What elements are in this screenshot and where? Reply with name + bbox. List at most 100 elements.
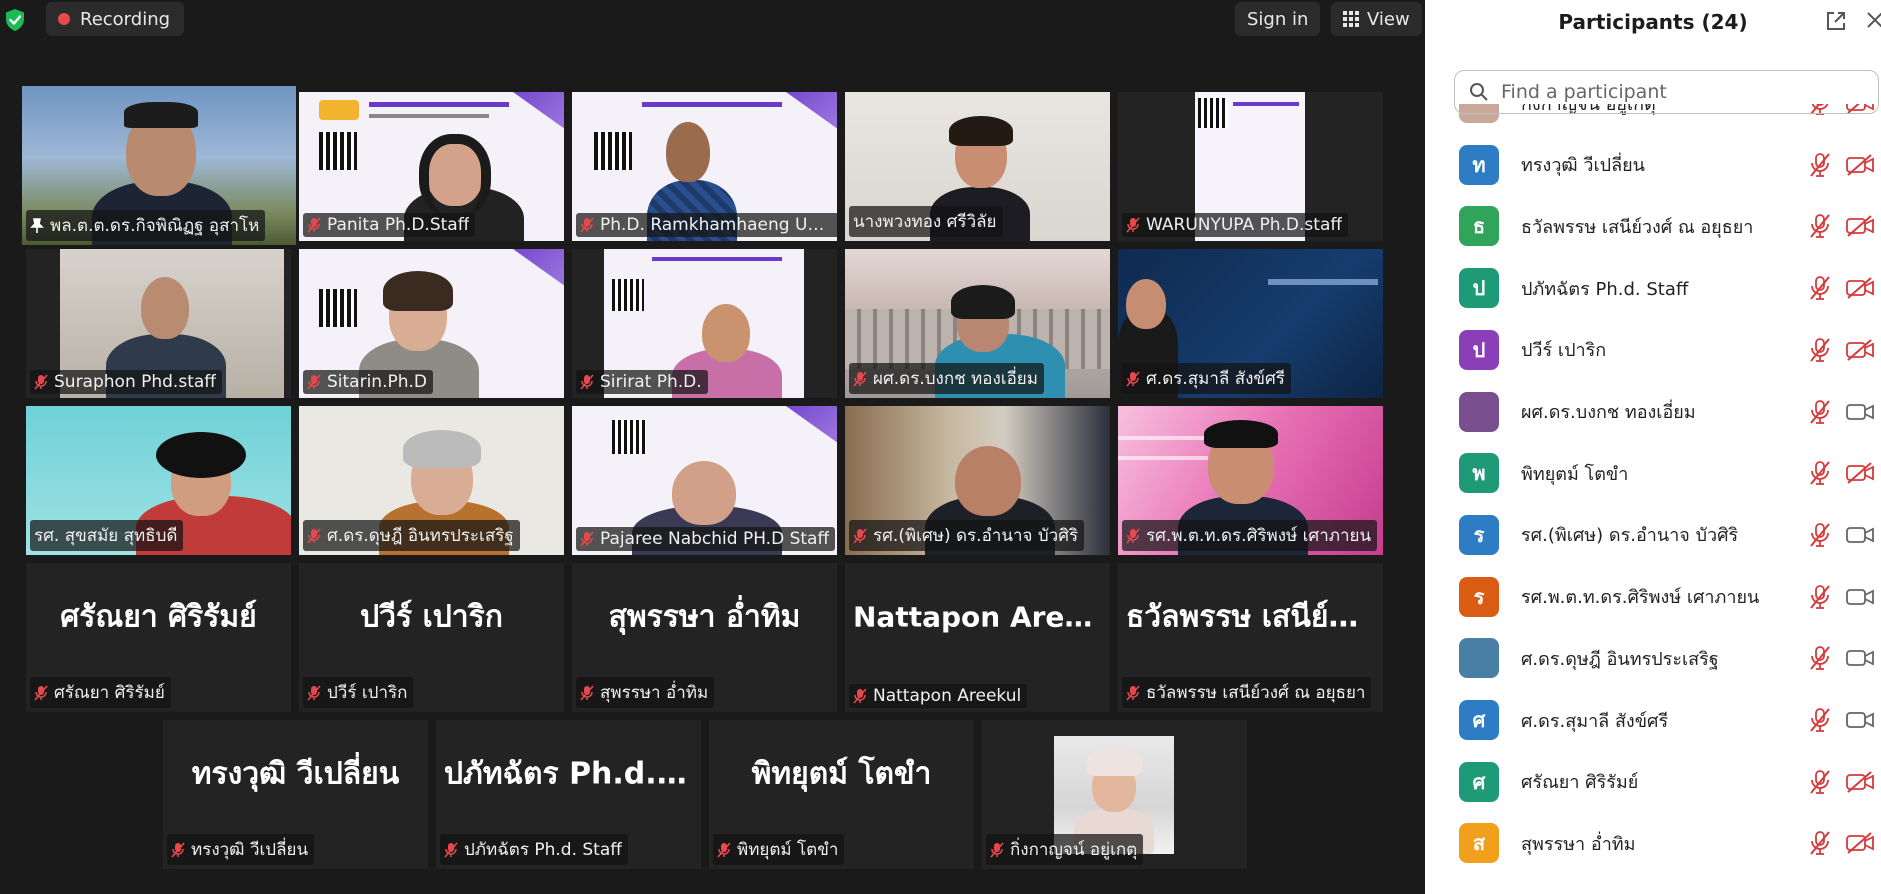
participant-row[interactable]: ท ทรงวุฒิ วีเปลี่ยน [1425, 134, 1881, 196]
camera-icon[interactable] [1845, 585, 1875, 609]
avatar: ศ [1459, 761, 1499, 802]
mic-muted-icon [717, 841, 731, 858]
participant-name-tag: WARUNYUPA Ph.D.staff [1122, 213, 1349, 237]
avatar: ธ [1459, 206, 1499, 247]
participant-name-tag: ศ.ดร.ดุษฎี อินทรประเสริฐ [303, 520, 520, 551]
video-tile[interactable]: กิ่งกาญจน์ อยู่เกตุ [982, 720, 1247, 869]
video-tile[interactable]: ศรัณยา ศิริรัมย์ ศรัณยา ศิริรัมย์ [26, 563, 291, 712]
participant-row[interactable]: ร รศ.(พิเศษ) ดร.อำนาจ บัวศิริ [1425, 504, 1881, 566]
video-tile[interactable]: นางพวงทอง ศรีวิลัย [845, 92, 1110, 241]
search-input[interactable] [1499, 80, 1843, 104]
participant-row[interactable]: ผศ.ดร.บงกช ทองเอี่ยม [1425, 381, 1881, 443]
video-tile[interactable]: Panita Ph.D.Staff [299, 92, 564, 241]
video-tile[interactable]: ปภัทฉัตร Ph.d. S... ปภัทฉัตร Ph.d. Staff [436, 720, 701, 869]
mic-muted-icon [1126, 527, 1140, 544]
participant-name: ปภัทฉัตร Ph.d. Staff [1521, 278, 1689, 300]
grid-view-icon [1343, 11, 1359, 27]
recording-indicator[interactable]: Recording [46, 2, 185, 36]
video-tile[interactable]: พิทยุตม์ โตขำ พิทยุตม์ โตขำ [709, 720, 974, 869]
participant-name-tag: ศรัณยา ศิริรัมย์ [30, 677, 171, 708]
camera-off-icon[interactable] [1845, 214, 1875, 238]
video-tile[interactable]: Suraphon Phd.staff [26, 249, 291, 398]
camera-icon[interactable] [1845, 646, 1875, 670]
video-tile[interactable]: รศ.(พิเศษ) ดร.อำนาจ บัวศิริ [845, 406, 1110, 555]
participant-name-tag: นางพวงทอง ศรีวิลัย [849, 206, 1003, 237]
participant-name: ทรงวุฒิ วีเปลี่ยน [1521, 155, 1645, 177]
mic-muted-icon[interactable] [1808, 152, 1832, 178]
camera-off-icon[interactable] [1845, 153, 1875, 177]
video-tile[interactable]: Ph.D. Ramkhamhaeng Un... [572, 92, 837, 241]
video-tile[interactable]: WARUNYUPA Ph.D.staff [1118, 92, 1383, 241]
mic-muted-icon[interactable] [1808, 769, 1832, 795]
participant-name: ผศ.ดร.บงกช ทองเอี่ยม [1521, 402, 1696, 423]
video-tile[interactable]: สุพรรษา อ่ำทิม สุพรรษา อ่ำทิม [572, 563, 837, 712]
participant-row[interactable]: ร รศ.พ.ต.ท.ดร.ศิริพงษ์ เศาภายน [1425, 566, 1881, 628]
participant-name-tag: ธวัลพรรษ เสนีย์วงศ์ ณ อยุธยา [1122, 677, 1372, 708]
video-tile[interactable]: Nattapon Areekul Nattapon Areekul [845, 563, 1110, 712]
mic-muted-icon[interactable] [1808, 830, 1832, 856]
mic-muted-icon [990, 841, 1004, 858]
participant-name-tag: กิ่งกาญจน์ อยู่เกตุ [986, 834, 1144, 865]
participant-row[interactable]: ป ปวีร์ เปาริก [1425, 319, 1881, 381]
participant-name: ธวัลพรรษ เสนีย์วงศ์ ณ อยุธยา [1521, 216, 1754, 238]
camera-off-icon[interactable] [1845, 338, 1875, 362]
camera-off-icon[interactable] [1845, 770, 1875, 794]
participant-row[interactable]: ส สุพรรษา อ่ำทิม [1425, 812, 1881, 874]
video-tile[interactable]: Sirirat Ph.D. [572, 249, 837, 398]
participant-name-tag: Sitarin.Ph.D [303, 370, 434, 394]
video-tile[interactable]: ศ.ดร.ดุษฎี อินทรประเสริฐ [299, 406, 564, 555]
participant-name-tag: รศ.(พิเศษ) ดร.อำนาจ บัวศิริ [849, 520, 1085, 551]
mic-muted-icon[interactable] [1808, 645, 1832, 671]
mic-muted-icon[interactable] [1808, 337, 1832, 363]
video-tile[interactable]: พล.ต.ต.ดร.กิจพิณิฏฐ อุสาโห [22, 86, 296, 245]
participant-row[interactable]: ป ปภัทฉัตร Ph.d. Staff [1425, 257, 1881, 319]
camera-off-icon[interactable] [1845, 461, 1875, 485]
video-tile[interactable]: รศ. สุขสมัย สุทธิบดี [26, 406, 291, 555]
participant-row[interactable]: ธ ธวัลพรรษ เสนีย์วงศ์ ณ อยุธยา [1425, 195, 1881, 257]
participant-row[interactable]: ศ ศรัณยา ศิริรัมย์ [1425, 751, 1881, 813]
participant-name: พิทยุตม์ โตขำ [1521, 463, 1629, 485]
mic-muted-icon[interactable] [1808, 522, 1832, 548]
avatar: ท [1459, 144, 1499, 185]
mic-muted-icon [307, 374, 321, 390]
mic-muted-icon[interactable] [1808, 584, 1832, 610]
participant-name: ศ.ดร.สุมาลี สังข์ศรี [1521, 710, 1669, 732]
video-tile[interactable]: ผศ.ดร.บงกช ทองเอี่ยม [845, 249, 1110, 398]
view-button[interactable]: View [1331, 2, 1422, 36]
mic-muted-icon[interactable] [1808, 460, 1832, 486]
participant-name-tag: ทรงวุฒิ วีเปลี่ยน [167, 834, 315, 865]
participant-row[interactable]: พ พิทยุตม์ โตขำ [1425, 442, 1881, 504]
video-tile[interactable]: ทรงวุฒิ วีเปลี่ยน ทรงวุฒิ วีเปลี่ยน [163, 720, 428, 869]
close-icon[interactable] [1865, 8, 1881, 32]
video-tile[interactable]: รศ.พ.ต.ท.ดร.ศิริพงษ์ เศาภายน [1118, 406, 1383, 555]
mic-muted-icon[interactable] [1808, 275, 1832, 301]
camera-off-icon[interactable] [1845, 276, 1875, 300]
shield-check-icon[interactable] [4, 8, 26, 32]
video-tile[interactable]: ศ.ดร.สุมาลี สังข์ศรี [1118, 249, 1383, 398]
camera-icon[interactable] [1845, 523, 1875, 547]
sign-in-button[interactable]: Sign in [1235, 2, 1321, 36]
participant-row[interactable]: ศ.ดร.ดุษฎี อินทรประเสริฐ [1425, 627, 1881, 689]
video-tile[interactable]: ปวีร์ เปาริก ปวีร์ เปาริก [299, 563, 564, 712]
participant-display-name: ปวีร์ เปาริก [360, 599, 503, 635]
camera-icon[interactable] [1845, 400, 1875, 424]
video-tile[interactable]: Sitarin.Ph.D [299, 249, 564, 398]
recording-label: Recording [80, 8, 171, 30]
pop-out-icon[interactable] [1825, 10, 1847, 32]
video-tile[interactable]: ธวัลพรรษ เสนีย์ว... ธวัลพรรษ เสนีย์วงศ์ … [1118, 563, 1383, 712]
participant-display-name: สุพรรษา อ่ำทิม [608, 599, 801, 635]
mic-muted-icon[interactable] [1808, 707, 1832, 733]
camera-icon[interactable] [1845, 708, 1875, 732]
mic-muted-icon[interactable] [1808, 399, 1832, 425]
video-tile[interactable]: Pajaree Nabchid PH.D Staff [572, 406, 837, 555]
participant-name-tag: พิทยุตม์ โตขำ [713, 834, 845, 865]
sign-in-label: Sign in [1247, 8, 1309, 30]
participant-list[interactable]: กิ่งกาญจน์ อยู่เกตุททรงวุฒิ วีเปลี่ยนธธว… [1425, 104, 1881, 894]
view-label: View [1367, 8, 1410, 30]
mic-muted-icon[interactable] [1808, 213, 1832, 239]
participant-row[interactable]: ศ ศ.ดร.สุมาลี สังข์ศรี [1425, 689, 1881, 751]
mic-muted-icon [444, 841, 458, 858]
participant-search[interactable] [1454, 70, 1879, 114]
mic-muted-icon [34, 684, 48, 701]
camera-off-icon[interactable] [1845, 831, 1875, 855]
